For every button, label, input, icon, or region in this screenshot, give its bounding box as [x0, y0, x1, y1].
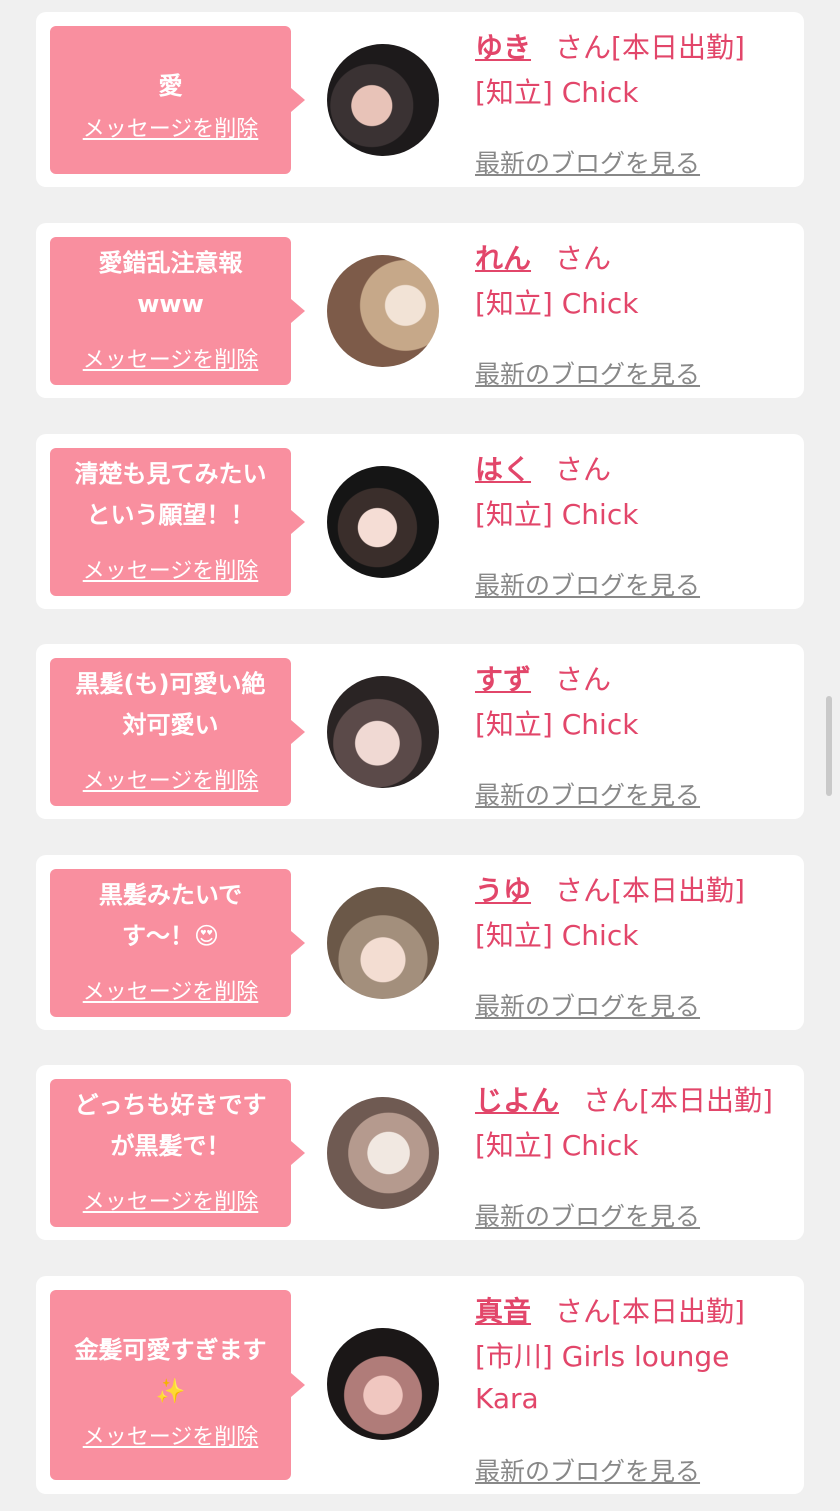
message-card: 愛 メッセージを削除 ゆき さん[本日出勤] [知立] Chick 最新のブログを…	[36, 12, 804, 187]
shop-name: [知立] Chick	[475, 76, 639, 109]
cast-name-link[interactable]: はく	[475, 453, 531, 486]
san-suffix: さん	[555, 874, 612, 907]
message-card: 愛錯乱注意報 www メッセージを削除 れん さん [知立] Chick 最新のブ…	[36, 223, 804, 398]
latest-blog-link[interactable]: 最新のブログを見る	[475, 566, 700, 602]
shop-name: [市川] Girls lounge Kara	[475, 1340, 730, 1415]
message-bubble: 愛錯乱注意報 www メッセージを削除	[50, 237, 305, 385]
san-suffix: さん	[555, 31, 612, 64]
message-text: どっちも好きです が黒髪で！	[74, 1091, 267, 1160]
message-card: 黒髪みたいで す〜！😍 メッセージを削除 うゆ さん[本日出勤] [知立] Chi…	[36, 855, 804, 1030]
message-text: 黒髪みたいで す〜！😍	[98, 881, 243, 950]
cast-avatar[interactable]	[327, 1328, 439, 1440]
delete-message-link[interactable]: メッセージを削除	[50, 558, 291, 586]
cast-info: はく さん [知立] Chick 最新のブログを見る	[475, 446, 794, 600]
cast-avatar[interactable]	[327, 1097, 439, 1209]
cast-name-link[interactable]: じよん	[475, 1084, 559, 1117]
message-text: 清楚も見てみたい という願望！！	[74, 460, 267, 529]
message-card: 黒髪(も)可愛い絶 対可愛い メッセージを削除 すず さん [知立] Chick …	[36, 644, 804, 819]
cast-name-link[interactable]: うゆ	[475, 874, 531, 907]
cast-info: れん さん [知立] Chick 最新のブログを見る	[475, 235, 794, 389]
scrollbar[interactable]	[826, 696, 832, 796]
latest-blog-link[interactable]: 最新のブログを見る	[475, 144, 700, 180]
latest-blog-link[interactable]: 最新のブログを見る	[475, 987, 700, 1023]
message-text: 愛	[158, 72, 183, 100]
latest-blog-link[interactable]: 最新のブログを見る	[475, 355, 700, 391]
shop-name: [知立] Chick	[475, 1129, 639, 1162]
san-suffix: さん	[583, 1084, 640, 1117]
attendance-status: [本日出勤]	[611, 31, 745, 64]
shop-name: [知立] Chick	[475, 708, 639, 741]
message-bubble: 金髪可愛すぎます ✨ メッセージを削除	[50, 1290, 305, 1480]
latest-blog-link[interactable]: 最新のブログを見る	[475, 1197, 700, 1233]
cast-name-link[interactable]: すず	[475, 663, 531, 696]
cast-name-link[interactable]: 真音	[475, 1295, 531, 1328]
delete-message-link[interactable]: メッセージを削除	[50, 116, 291, 144]
cast-avatar[interactable]	[327, 255, 439, 367]
message-text: 黒髪(も)可愛い絶 対可愛い	[75, 670, 266, 739]
cast-name-link[interactable]: れん	[475, 242, 531, 275]
delete-message-link[interactable]: メッセージを削除	[50, 979, 291, 1007]
san-suffix: さん	[555, 1295, 612, 1328]
latest-blog-link[interactable]: 最新のブログを見る	[475, 776, 700, 812]
latest-blog-link[interactable]: 最新のブログを見る	[475, 1452, 700, 1488]
cast-avatar[interactable]	[327, 466, 439, 578]
message-text: 愛錯乱注意報 www	[98, 249, 243, 318]
cast-info: すず さん [知立] Chick 最新のブログを見る	[475, 656, 794, 810]
message-bubble: どっちも好きです が黒髪で！ メッセージを削除	[50, 1079, 305, 1227]
message-bubble: 清楚も見てみたい という願望！！ メッセージを削除	[50, 448, 305, 596]
san-suffix: さん	[555, 663, 612, 696]
san-suffix: さん	[555, 453, 612, 486]
message-card: どっちも好きです が黒髪で！ メッセージを削除 じよん さん[本日出勤] [知立]…	[36, 1065, 804, 1240]
message-text: 金髪可愛すぎます ✨	[74, 1336, 267, 1405]
message-card: 清楚も見てみたい という願望！！ メッセージを削除 はく さん [知立] Chic…	[36, 434, 804, 609]
cast-avatar[interactable]	[327, 44, 439, 156]
shop-name: [知立] Chick	[475, 498, 639, 531]
delete-message-link[interactable]: メッセージを削除	[50, 1424, 291, 1452]
message-card: 金髪可愛すぎます ✨ メッセージを削除 真音 さん[本日出勤] [市川] Girl…	[36, 1276, 804, 1494]
delete-message-link[interactable]: メッセージを削除	[50, 1189, 291, 1217]
cast-info: うゆ さん[本日出勤] [知立] Chick 最新のブログを見る	[475, 867, 794, 1021]
attendance-status: [本日出勤]	[611, 1295, 745, 1328]
message-bubble: 黒髪(も)可愛い絶 対可愛い メッセージを削除	[50, 658, 305, 806]
cast-info: ゆき さん[本日出勤] [知立] Chick 最新のブログを見る	[475, 24, 794, 178]
san-suffix: さん	[555, 242, 612, 275]
delete-message-link[interactable]: メッセージを削除	[50, 768, 291, 796]
message-bubble: 愛 メッセージを削除	[50, 26, 305, 174]
delete-message-link[interactable]: メッセージを削除	[50, 347, 291, 375]
attendance-status: [本日出勤]	[611, 874, 745, 907]
shop-name: [知立] Chick	[475, 287, 639, 320]
cast-avatar[interactable]	[327, 887, 439, 999]
attendance-status: [本日出勤]	[639, 1084, 773, 1117]
cast-info: じよん さん[本日出勤] [知立] Chick 最新のブログを見る	[475, 1077, 794, 1231]
cast-name-link[interactable]: ゆき	[475, 31, 531, 64]
cast-info: 真音 さん[本日出勤] [市川] Girls lounge Kara 最新のブログ…	[475, 1288, 794, 1486]
cast-avatar[interactable]	[327, 676, 439, 788]
message-bubble: 黒髪みたいで す〜！😍 メッセージを削除	[50, 869, 305, 1017]
shop-name: [知立] Chick	[475, 919, 639, 952]
